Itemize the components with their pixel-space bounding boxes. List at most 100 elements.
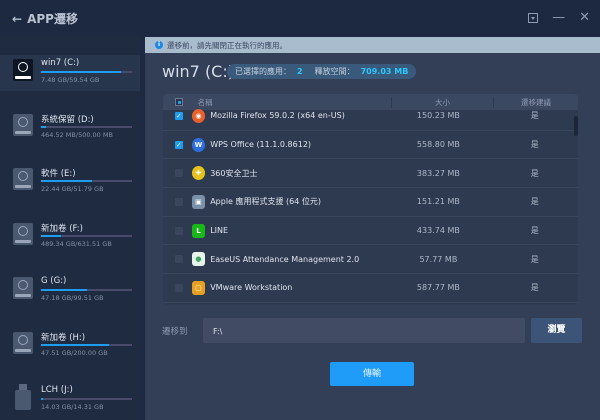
row-checkbox[interactable] <box>175 226 183 235</box>
table-row[interactable]: ▣ Apple 應用程式支援 (64 位元) 151.21 MB 是 <box>163 188 578 217</box>
firefox-icon: ◉ <box>191 108 206 123</box>
back-button[interactable]: ← APP遷移 <box>12 10 78 27</box>
drive-usage: 47.18 GB/99.51 GB <box>41 294 104 302</box>
app-size: 558.80 MB <box>416 140 460 150</box>
drive-name: 新加卷 (H:) <box>41 332 86 343</box>
drive-usage: 7.48 GB/59.54 GB <box>41 76 100 84</box>
page-title: win7 (C:) <box>162 62 234 81</box>
hard-drive-icon <box>13 113 33 136</box>
destination-label: 遷移到 <box>162 327 188 337</box>
minimize-icon[interactable]: — <box>552 10 565 25</box>
destination-input[interactable]: F:\ <box>203 318 525 343</box>
table-row[interactable]: ✚ 360安全卫士 383.27 MB 是 <box>163 159 578 189</box>
line-icon: L <box>191 223 206 238</box>
free-label: 釋放空間： <box>314 67 355 76</box>
row-checkbox[interactable]: ✓ <box>175 140 183 149</box>
app-recommendation: 是 <box>530 140 539 150</box>
drive-usage: 489.34 GB/631.51 GB <box>41 239 112 248</box>
drive-name: win7 (C:) <box>41 58 80 68</box>
drive-name: 新加卷 (F:) <box>41 223 83 234</box>
selection-summary: 已選擇的應用： 2 釋放空間： 709.03 MB <box>227 64 417 79</box>
app-table: 名稱 大小 遷移建議 ✓ ◉ Mozilla Firefox 59.0.2 (x… <box>163 94 578 305</box>
app-name: 360安全卫士 <box>210 168 258 178</box>
selected-label: 已選擇的應用： <box>235 67 291 76</box>
drive-item[interactable]: LCH (J:) 14.03 GB/14.31 GB <box>0 382 140 418</box>
drive-usage-bar <box>41 180 132 182</box>
app-recommendation: 是 <box>530 111 539 121</box>
drive-usage-bar <box>41 125 132 128</box>
app-recommendation: 是 <box>530 197 539 207</box>
wps-icon: W <box>191 137 206 152</box>
browse-button[interactable]: 瀏覽 <box>531 318 582 343</box>
hard-drive-icon <box>13 59 33 81</box>
app-recommendation: 是 <box>530 283 539 293</box>
app-name: EaseUS Attendance Management 2.0 <box>210 254 360 264</box>
app-recommendation: 是 <box>530 168 539 178</box>
menu-icon[interactable] <box>528 12 539 23</box>
vmware-icon: ▢ <box>191 280 206 295</box>
hard-drive-icon <box>13 168 33 190</box>
drive-sidebar: win7 (C:) 7.48 GB/59.54 GB 系統保留 (D:) 464.… <box>0 36 140 420</box>
drive-item[interactable]: 軟件 (E:) 22.44 GB/51.79 GB <box>0 164 140 200</box>
app-size: 57.77 MB <box>419 254 458 264</box>
app-name: WPS Office (11.1.0.8612) <box>210 140 312 150</box>
360-icon: ✚ <box>191 166 206 181</box>
apple-icon: ▣ <box>191 194 206 209</box>
usb-drive-icon <box>15 384 31 410</box>
column-name[interactable]: 名稱 <box>198 97 391 108</box>
row-checkbox[interactable]: ✓ <box>175 111 183 120</box>
main-panel: i 遷移前，請先關閉正在執行的應用。 win7 (C:) 已選擇的應用： 2 釋放… <box>145 37 600 420</box>
app-title: APP遷移 <box>27 12 78 26</box>
app-recommendation: 是 <box>530 254 539 264</box>
app-size: 587.77 MB <box>416 283 460 293</box>
drive-usage: 14.03 GB/14.31 GB <box>41 403 104 411</box>
drive-item[interactable]: 新加卷 (H:) 47.51 GB/200.00 GB <box>0 328 140 364</box>
app-size: 383.27 MB <box>416 168 460 178</box>
info-icon: i <box>155 41 163 49</box>
row-checkbox[interactable] <box>175 283 183 292</box>
app-recommendation: 是 <box>530 226 539 236</box>
drive-name: LCH (J:) <box>41 385 73 395</box>
app-size: 433.74 MB <box>416 226 460 236</box>
column-recommendation[interactable]: 遷移建議 <box>494 97 578 108</box>
table-row[interactable]: ● EaseUS Attendance Management 2.0 57.77… <box>163 245 578 275</box>
drive-item[interactable]: 系統保留 (D:) 464.52 MB/500.00 MB <box>0 110 140 146</box>
drive-item[interactable]: win7 (C:) 7.48 GB/59.54 GB <box>0 55 140 91</box>
table-row[interactable]: ✓ W WPS Office (11.1.0.8612) 558.80 MB 是 <box>163 131 578 160</box>
select-all-checkbox[interactable] <box>175 98 183 106</box>
row-checkbox[interactable] <box>175 169 183 178</box>
drive-usage-bar <box>41 289 132 291</box>
row-checkbox[interactable] <box>175 255 183 264</box>
transfer-button[interactable]: 傳輸 <box>330 362 414 386</box>
app-size: 151.21 MB <box>416 197 460 207</box>
free-value: 709.03 MB <box>360 67 409 76</box>
drive-name: G (G:) <box>41 276 67 286</box>
hard-drive-icon <box>13 277 33 299</box>
selected-count: 2 <box>297 67 303 76</box>
scrollbar[interactable] <box>574 116 578 136</box>
table-row[interactable]: ▢ VMware Workstation 587.77 MB 是 <box>163 274 578 303</box>
app-name: Mozilla Firefox 59.0.2 (x64 en-US) <box>210 111 345 121</box>
column-size[interactable]: 大小 <box>391 96 494 108</box>
drive-usage-bar <box>41 343 132 346</box>
close-icon[interactable]: ✕ <box>579 10 590 25</box>
arrow-left-icon: ← <box>12 11 23 26</box>
drive-item[interactable]: G (G:) 47.18 GB/99.51 GB <box>0 273 140 309</box>
easeus-icon: ● <box>191 252 206 267</box>
hard-drive-icon <box>13 331 33 354</box>
drive-item[interactable]: 新加卷 (F:) 489.34 GB/631.51 GB <box>0 219 140 255</box>
app-name: Apple 應用程式支援 (64 位元) <box>210 197 322 207</box>
banner-text: 遷移前，請先關閉正在執行的應用。 <box>167 40 287 50</box>
row-checkbox[interactable] <box>175 197 183 206</box>
drive-usage-bar <box>41 71 132 73</box>
info-banner: i 遷移前，請先關閉正在執行的應用。 <box>145 37 600 53</box>
drive-name: 系統保留 (D:) <box>41 114 94 125</box>
app-size: 150.23 MB <box>416 111 460 121</box>
table-row[interactable]: L LINE 433.74 MB 是 <box>163 217 578 246</box>
drive-usage-bar <box>41 398 132 400</box>
title-bar: ← APP遷移 — ✕ <box>0 0 600 36</box>
hard-drive-icon <box>13 222 33 245</box>
drive-usage-bar <box>41 234 132 237</box>
drive-name: 軟件 (E:) <box>41 169 76 179</box>
drive-usage: 464.52 MB/500.00 MB <box>41 130 113 139</box>
